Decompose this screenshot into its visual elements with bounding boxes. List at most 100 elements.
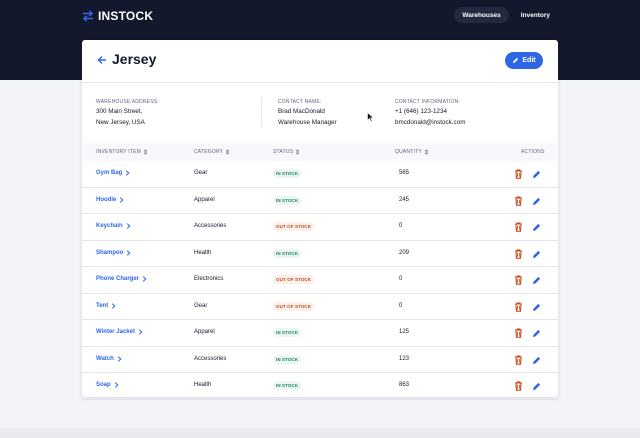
trash-icon[interactable] bbox=[514, 354, 523, 365]
address-line-1: 300 Main Street, bbox=[96, 108, 143, 115]
contact-position: Warehouse Manager bbox=[278, 119, 337, 126]
pencil-icon[interactable] bbox=[532, 275, 541, 285]
header-quantity-label: QUANTITY bbox=[395, 149, 422, 155]
header-category[interactable]: CATEGORY bbox=[194, 149, 230, 155]
sort-icon bbox=[225, 149, 230, 155]
quantity-cell: 123 bbox=[399, 355, 410, 362]
inventory-item-link[interactable]: Winter Jacket bbox=[96, 329, 143, 335]
trash-icon[interactable] bbox=[514, 328, 523, 338]
header-inventory-item-label: INVENTORY ITEM bbox=[96, 149, 142, 155]
status-badge: IN STOCK bbox=[273, 328, 302, 337]
edit-button-label: Edit bbox=[522, 57, 536, 64]
nav-inventory[interactable]: Inventory bbox=[513, 7, 558, 23]
status-badge: OUT OF STOCK bbox=[273, 222, 315, 231]
pencil-icon bbox=[513, 57, 519, 64]
pencil-icon[interactable] bbox=[532, 169, 541, 179]
details-divider bbox=[261, 97, 262, 127]
warehouse-details-card: Jersey Edit WAREHOUSE ADDRESS: 300 Main … bbox=[82, 40, 558, 400]
inventory-item-name: Soap bbox=[96, 382, 111, 388]
inventory-item-name: Keychain bbox=[96, 223, 123, 229]
inventory-item-link[interactable]: Gym Bag bbox=[96, 170, 130, 176]
inventory-table-body: Gym Bag Gear IN STOCK 565 Hoodie Apparel… bbox=[82, 161, 558, 400]
inventory-item-link[interactable]: Watch bbox=[96, 356, 122, 362]
header-status-label: STATUS bbox=[273, 149, 294, 155]
header-inventory-item[interactable]: INVENTORY ITEM bbox=[96, 149, 148, 155]
pencil-icon[interactable] bbox=[532, 249, 541, 259]
swap-arrows-icon bbox=[82, 10, 94, 22]
quantity-cell: 0 bbox=[399, 302, 403, 309]
trash-icon[interactable] bbox=[514, 275, 523, 285]
app-logo-text: INSTOCK bbox=[98, 9, 154, 23]
quantity-cell: 0 bbox=[399, 276, 403, 282]
address-label: WAREHOUSE ADDRESS: bbox=[96, 99, 159, 105]
arrow-left-icon[interactable] bbox=[96, 54, 108, 66]
inventory-item-link[interactable]: Shampoo bbox=[96, 250, 131, 256]
inventory-item-link[interactable]: Tent bbox=[96, 303, 116, 309]
pencil-icon[interactable] bbox=[532, 196, 541, 206]
mouse-cursor-icon bbox=[367, 112, 374, 122]
contact-phone: +1 (646) 123-1234 bbox=[395, 108, 447, 115]
quantity-cell: 863 bbox=[399, 382, 410, 388]
header-status[interactable]: STATUS bbox=[273, 149, 300, 155]
trash-icon[interactable] bbox=[514, 195, 523, 206]
app-logo[interactable]: INSTOCK bbox=[82, 9, 153, 23]
main-nav: Warehouses Inventory bbox=[454, 7, 558, 23]
status-badge: OUT OF STOCK bbox=[273, 301, 315, 311]
contact-name-label: CONTACT NAME: bbox=[278, 99, 322, 105]
category-cell: Electronics bbox=[194, 276, 224, 282]
chevron-right-icon bbox=[117, 355, 122, 362]
nav-warehouses[interactable]: Warehouses bbox=[454, 7, 509, 23]
category-cell: Health bbox=[194, 249, 212, 256]
chevron-right-icon bbox=[126, 223, 131, 229]
table-row: Watch Accessories IN STOCK 123 bbox=[82, 347, 558, 373]
chevron-right-icon bbox=[138, 329, 143, 335]
table-row: Soap Health IN STOCK 863 bbox=[82, 373, 558, 400]
header-actions-label: ACTIONS bbox=[521, 149, 545, 155]
inventory-item-link[interactable]: Soap bbox=[96, 382, 119, 388]
quantity-cell: 245 bbox=[399, 196, 410, 203]
table-row: Winter Jacket Apparel IN STOCK 125 bbox=[82, 320, 558, 347]
edit-button[interactable]: Edit bbox=[505, 52, 543, 69]
trash-icon[interactable] bbox=[514, 222, 523, 232]
header-actions: ACTIONS bbox=[521, 149, 545, 155]
table-row: Phone Charger Electronics OUT OF STOCK 0 bbox=[82, 267, 558, 294]
pencil-icon[interactable] bbox=[532, 355, 541, 365]
trash-icon[interactable] bbox=[514, 169, 523, 179]
inventory-item-link[interactable]: Phone Charger bbox=[96, 276, 147, 282]
contact-info-label: CONTACT INFORMATION: bbox=[395, 99, 461, 105]
pencil-icon[interactable] bbox=[532, 222, 541, 232]
pencil-icon[interactable] bbox=[532, 302, 541, 312]
chevron-right-icon bbox=[127, 249, 131, 256]
chevron-right-icon bbox=[126, 170, 130, 176]
category-cell: Apparel bbox=[194, 196, 215, 203]
trash-icon[interactable] bbox=[514, 248, 523, 259]
status-badge: IN STOCK bbox=[273, 195, 302, 205]
card-header: Jersey Edit bbox=[82, 40, 558, 83]
inventory-item-link[interactable]: Keychain bbox=[96, 223, 131, 229]
table-row: Gym Bag Gear IN STOCK 565 bbox=[82, 161, 558, 188]
pencil-icon[interactable] bbox=[532, 381, 541, 391]
status-badge: IN STOCK bbox=[273, 248, 302, 258]
quantity-cell: 209 bbox=[399, 249, 410, 256]
quantity-cell: 565 bbox=[399, 170, 410, 176]
inventory-item-name: Hoodie bbox=[96, 196, 117, 203]
contact-name: Brad MacDonald bbox=[278, 108, 325, 115]
inventory-item-link[interactable]: Hoodie bbox=[96, 197, 124, 203]
pencil-icon[interactable] bbox=[532, 328, 541, 338]
page-footer-band bbox=[0, 428, 640, 438]
chevron-right-icon bbox=[112, 302, 116, 309]
chevron-right-icon bbox=[142, 276, 147, 282]
contact-email: bmcdonald@instock.com bbox=[395, 119, 466, 126]
category-cell: Accessories bbox=[194, 355, 227, 362]
category-cell: Health bbox=[194, 382, 212, 388]
status-badge: IN STOCK bbox=[273, 169, 302, 178]
trash-icon[interactable] bbox=[514, 301, 523, 312]
inventory-item-name: Watch bbox=[96, 355, 114, 362]
trash-icon[interactable] bbox=[514, 381, 523, 391]
category-cell: Apparel bbox=[194, 329, 215, 335]
sort-icon bbox=[143, 149, 148, 155]
sort-icon bbox=[424, 149, 429, 155]
header-quantity[interactable]: QUANTITY bbox=[395, 149, 429, 155]
status-badge: IN STOCK bbox=[273, 381, 302, 390]
table-row: Hoodie Apparel IN STOCK 245 bbox=[82, 188, 558, 214]
